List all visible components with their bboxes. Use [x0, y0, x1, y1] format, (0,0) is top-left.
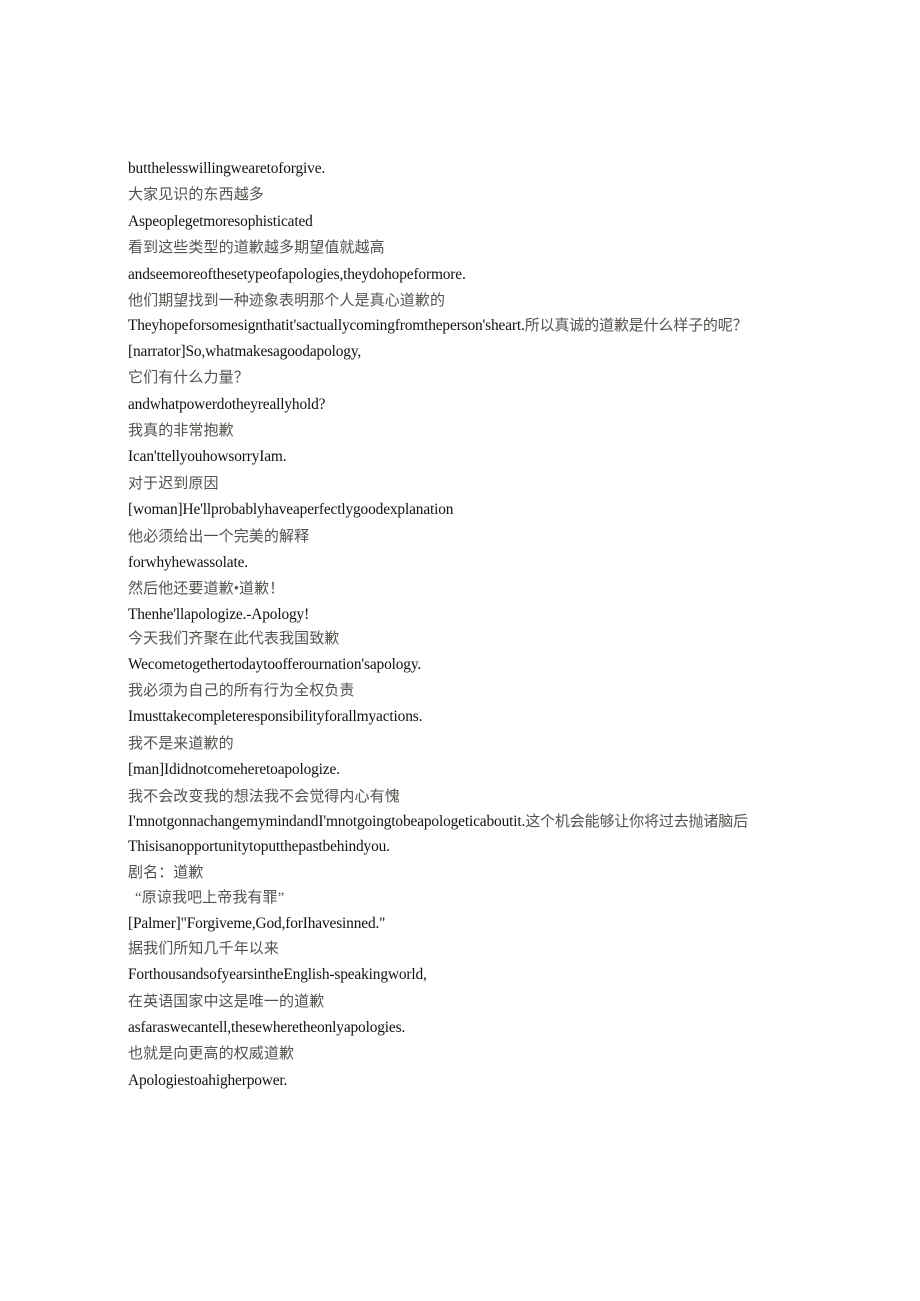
transcript-line-cjk: 剧名：道歉 — [128, 864, 204, 881]
transcript-line-latin: butthelesswillingwearetoforgive. — [128, 160, 326, 177]
transcript-line-cjk: “原谅我吧上帝我有罪” — [135, 889, 285, 906]
transcript-line-cjk: 我真的非常抱歉 — [128, 423, 234, 440]
transcript-line-cjk-run: 这个机会能够让你将过去抛诸脑后 — [525, 813, 748, 830]
transcript-line-cjk: 我不是来道歉的 — [128, 735, 234, 752]
transcript-line-cjk: 今天我们齐聚在此代表我国致歉 — [128, 630, 340, 647]
transcript-line-cjk: 然后他还要道歉•道歉！ — [128, 580, 285, 597]
transcript-line-cjk: 我不会改变我的想法我不会觉得内心有愧 — [128, 788, 400, 805]
transcript-body: butthelesswillingwearetoforgive. 大家见识的东西越… — [128, 156, 790, 1094]
transcript-line-latin: Ican'ttellyouhowsorryIam. — [128, 448, 287, 466]
transcript-line-latin-run: I'mnotgonnachangemymindandI'mnotgoingtob… — [128, 812, 526, 830]
transcript-line-cjk: 在英语国家中这是唯一的道歉 — [128, 993, 325, 1010]
transcript-line-cjk: 据我们所知几千年以来 — [128, 940, 280, 957]
transcript-line-cjk: 大家见识的东西越多 — [128, 187, 264, 204]
transcript-line-cjk-run: 所以真诚的道歉是什么样子的呢？ — [524, 318, 748, 335]
transcript-line-latin: [woman]He'llprobablyhaveaperfectlygoodex… — [128, 501, 454, 519]
transcript-line-cjk: 它们有什么力量？ — [128, 370, 249, 387]
transcript-line-latin: ForthousandsofyearsintheEnglish-speaking… — [128, 966, 427, 984]
transcript-line-latin-run: Theyhopeforsomesignthatit'sactuallycomin… — [128, 317, 525, 335]
transcript-line-mixed: I'mnotgonnachangemymindandI'mnotgoingtob… — [128, 810, 790, 834]
transcript-line-mixed: Theyhopeforsomesignthatit'sactuallycomin… — [128, 314, 790, 338]
transcript-line-latin: forwhyhewassolate. — [128, 554, 248, 572]
transcript-line-latin: Thisisanopportunitytoputthepastbehindyou… — [128, 838, 390, 856]
transcript-line-latin: [man]Ididnotcomeheretoapologize. — [128, 761, 340, 779]
transcript-line-latin: Thenhe'llapologize.-Apology! — [128, 605, 310, 623]
transcript-line-latin: asfaraswecantell,thesewheretheonlyapolog… — [128, 1018, 406, 1036]
transcript-line-latin: [Palmer]"Forgiveme,God,forIhavesinned." — [128, 914, 386, 932]
transcript-line-cjk: 对于迟到原因 — [128, 475, 219, 492]
transcript-line-cjk: 我必须为自己的所有行为全权负责 — [128, 682, 355, 699]
transcript-line-cjk: 他们期望找到一种迹象表明那个人是真心道歉的 — [128, 293, 446, 310]
transcript-line-cjk: 也就是向更高的权威道歉 — [128, 1046, 295, 1063]
transcript-line-latin: Wecometogethertodaytoofferournation'sapo… — [128, 655, 422, 673]
transcript-line-cjk: 看到这些类型的道歉越多期望值就越高 — [128, 240, 385, 257]
transcript-line-latin: Apologiestoahigherpower. — [128, 1071, 288, 1089]
document-page: butthelesswillingwearetoforgive. 大家见识的东西越… — [0, 0, 920, 1301]
transcript-line-latin: andwhatpowerdotheyreallyhold? — [128, 395, 326, 413]
transcript-line-cjk: 他必须给出一个完美的解释 — [128, 528, 310, 545]
transcript-line-latin: andseemoreofthesetypeofapologies,theydoh… — [128, 265, 466, 283]
transcript-line-latin: [narrator]So,whatmakesagoodapology, — [128, 342, 362, 360]
transcript-line-latin: Imusttakecompleteresponsibilityforallmya… — [128, 708, 423, 726]
transcript-line-latin: Aspeoplegetmoresophisticated — [128, 212, 313, 230]
